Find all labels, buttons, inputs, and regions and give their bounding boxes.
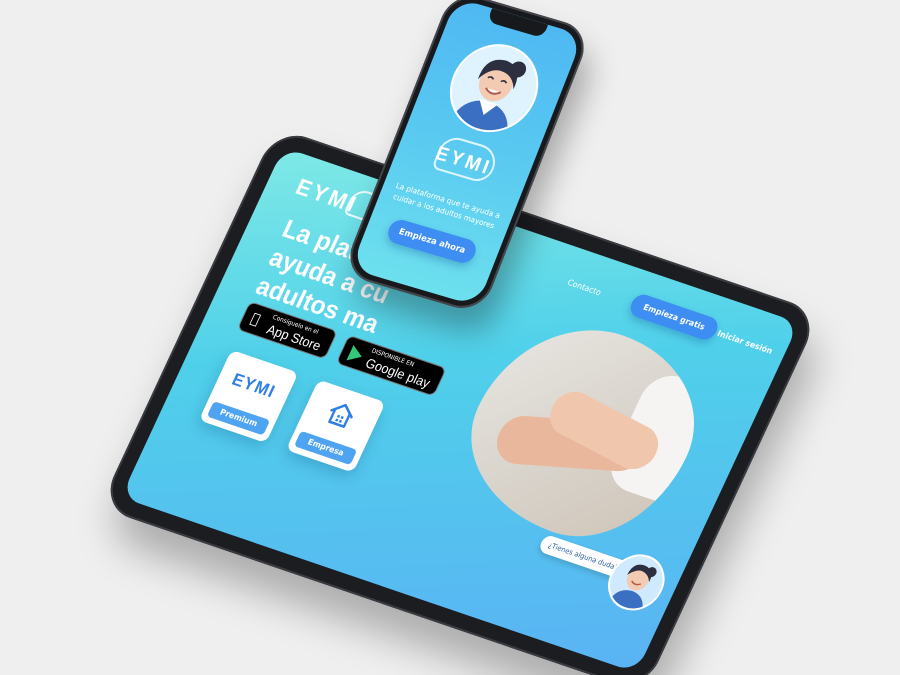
eymi-logo-icon: EYMI (228, 369, 279, 402)
tile-empresa[interactable]: Empresa (285, 379, 386, 473)
tile-label: Premium (206, 401, 271, 436)
device-mockup-scene: EYMI La plataforma ayuda a cu adultos ma… (0, 0, 900, 675)
start-free-button[interactable]: Empieza gratis (626, 291, 722, 343)
start-now-button[interactable]: Empieza ahora (384, 217, 480, 266)
tablet-logo[interactable]: EYMI (291, 174, 363, 219)
login-link[interactable]: Iniciar sesión (716, 329, 774, 356)
phone-notch (486, 8, 549, 39)
phone-avatar (436, 33, 552, 143)
tile-premium[interactable]: EYMI Premium (198, 349, 299, 444)
apple-icon:  (248, 310, 263, 328)
woman-avatar-icon (450, 59, 527, 137)
tile-label: Empresa (293, 430, 358, 466)
google-play-icon (346, 345, 366, 365)
nav-link-contacto[interactable]: Contacto (566, 278, 603, 298)
house-icon (328, 403, 353, 428)
